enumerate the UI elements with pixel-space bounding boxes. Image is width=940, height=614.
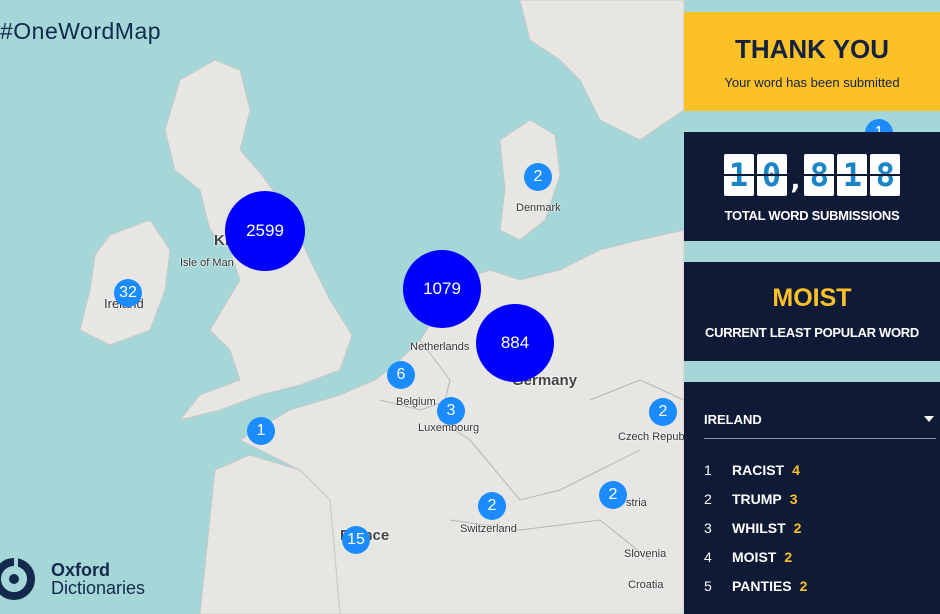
list-item: 4 MOIST 2 bbox=[704, 542, 936, 571]
total-submissions-panel: 1 0 , 8 1 8 TOTAL WORD SUBMISSIONS bbox=[684, 132, 940, 241]
oxford-dictionaries-logo[interactable]: Oxford Dictionaries bbox=[0, 556, 145, 602]
cluster-marker-france[interactable]: 15 bbox=[342, 526, 370, 554]
hashtag-title: #OneWordMap bbox=[0, 18, 162, 44]
counter-separator: , bbox=[790, 166, 801, 196]
cluster-marker-uk[interactable]: 2599 bbox=[225, 191, 305, 271]
cluster-marker-ireland[interactable]: 32 bbox=[114, 279, 142, 307]
count: 2 bbox=[784, 548, 793, 565]
submission-counter: 1 0 , 8 1 8 bbox=[684, 154, 940, 196]
list-item: 2 TRUMP 3 bbox=[704, 484, 936, 513]
map-label-czech: Czech Republ bbox=[618, 431, 688, 443]
thank-you-subtitle: Your word has been submitted bbox=[724, 75, 900, 90]
least-popular-caption: CURRENT LEAST POPULAR WORD bbox=[705, 325, 919, 340]
rank: 1 bbox=[704, 461, 712, 478]
map-label-isle-of-man: Isle of Man bbox=[180, 257, 234, 269]
cluster-marker-belgium[interactable]: 6 bbox=[387, 361, 415, 389]
chevron-down-icon bbox=[924, 416, 934, 422]
cluster-marker-czech[interactable]: 2 bbox=[649, 398, 677, 426]
top-words-panel: IRELAND 1 RACIST 4 2 TRUMP 3 3 WHILST 2 4 MOIST… bbox=[684, 382, 940, 614]
map-label-austria: stria bbox=[626, 497, 647, 509]
word: TRUMP bbox=[732, 490, 782, 507]
list-item: 5 PANTIES 2 bbox=[704, 571, 936, 600]
map-label-netherlands: Netherlands bbox=[410, 341, 470, 353]
counter-digit: 8 bbox=[804, 154, 835, 196]
rank: 5 bbox=[704, 577, 712, 594]
cluster-marker-denmark[interactable]: 2 bbox=[524, 163, 552, 191]
map-label-switzerland: Switzerland bbox=[460, 523, 517, 535]
thank-you-panel: THANK YOU Your word has been submitted bbox=[684, 12, 940, 111]
cluster-marker-switzerland[interactable]: 2 bbox=[478, 492, 506, 520]
count: 2 bbox=[793, 519, 802, 536]
least-popular-panel: MOIST CURRENT LEAST POPULAR WORD bbox=[684, 262, 940, 361]
cluster-marker-brittany[interactable]: 1 bbox=[247, 417, 275, 445]
thank-you-title: THANK YOU bbox=[734, 34, 890, 64]
cluster-marker-luxembourg[interactable]: 3 bbox=[437, 397, 465, 425]
list-item: 1 RACIST 4 bbox=[704, 455, 936, 484]
counter-digit: 0 bbox=[756, 154, 787, 196]
rank: 2 bbox=[704, 490, 712, 507]
rank: 4 bbox=[704, 548, 712, 565]
map-label-belgium: Belgium bbox=[396, 396, 436, 408]
list-item: 3 WHILST 2 bbox=[704, 513, 936, 542]
cluster-marker-austria[interactable]: 2 bbox=[599, 481, 627, 509]
oxford-logo-icon bbox=[0, 556, 35, 600]
word: MOIST bbox=[732, 548, 777, 565]
count: 3 bbox=[789, 490, 798, 507]
total-caption: TOTAL WORD SUBMISSIONS bbox=[724, 208, 900, 223]
counter-digit: 1 bbox=[723, 154, 754, 196]
country-select-value: IRELAND bbox=[704, 411, 762, 427]
word: WHILST bbox=[732, 519, 786, 536]
country-select[interactable]: IRELAND bbox=[704, 382, 936, 439]
count: 2 bbox=[799, 577, 808, 594]
map-label-croatia: Croatia bbox=[628, 579, 664, 591]
counter-digit: 8 bbox=[870, 154, 901, 196]
rank: 3 bbox=[704, 519, 712, 536]
word: PANTIES bbox=[732, 577, 792, 594]
counter-digit: 1 bbox=[837, 154, 868, 196]
cluster-marker-germany[interactable]: 884 bbox=[476, 304, 554, 382]
count: 4 bbox=[792, 461, 800, 478]
map-label-denmark: Denmark bbox=[516, 202, 561, 214]
word: RACIST bbox=[732, 461, 785, 478]
logo-line1: Oxford bbox=[51, 560, 111, 580]
logo-line2: Dictionaries bbox=[51, 578, 146, 598]
least-popular-word: MOIST bbox=[772, 284, 852, 312]
cluster-marker-netherlands[interactable]: 1079 bbox=[403, 250, 481, 328]
map-label-slovenia: Slovenia bbox=[624, 548, 667, 560]
